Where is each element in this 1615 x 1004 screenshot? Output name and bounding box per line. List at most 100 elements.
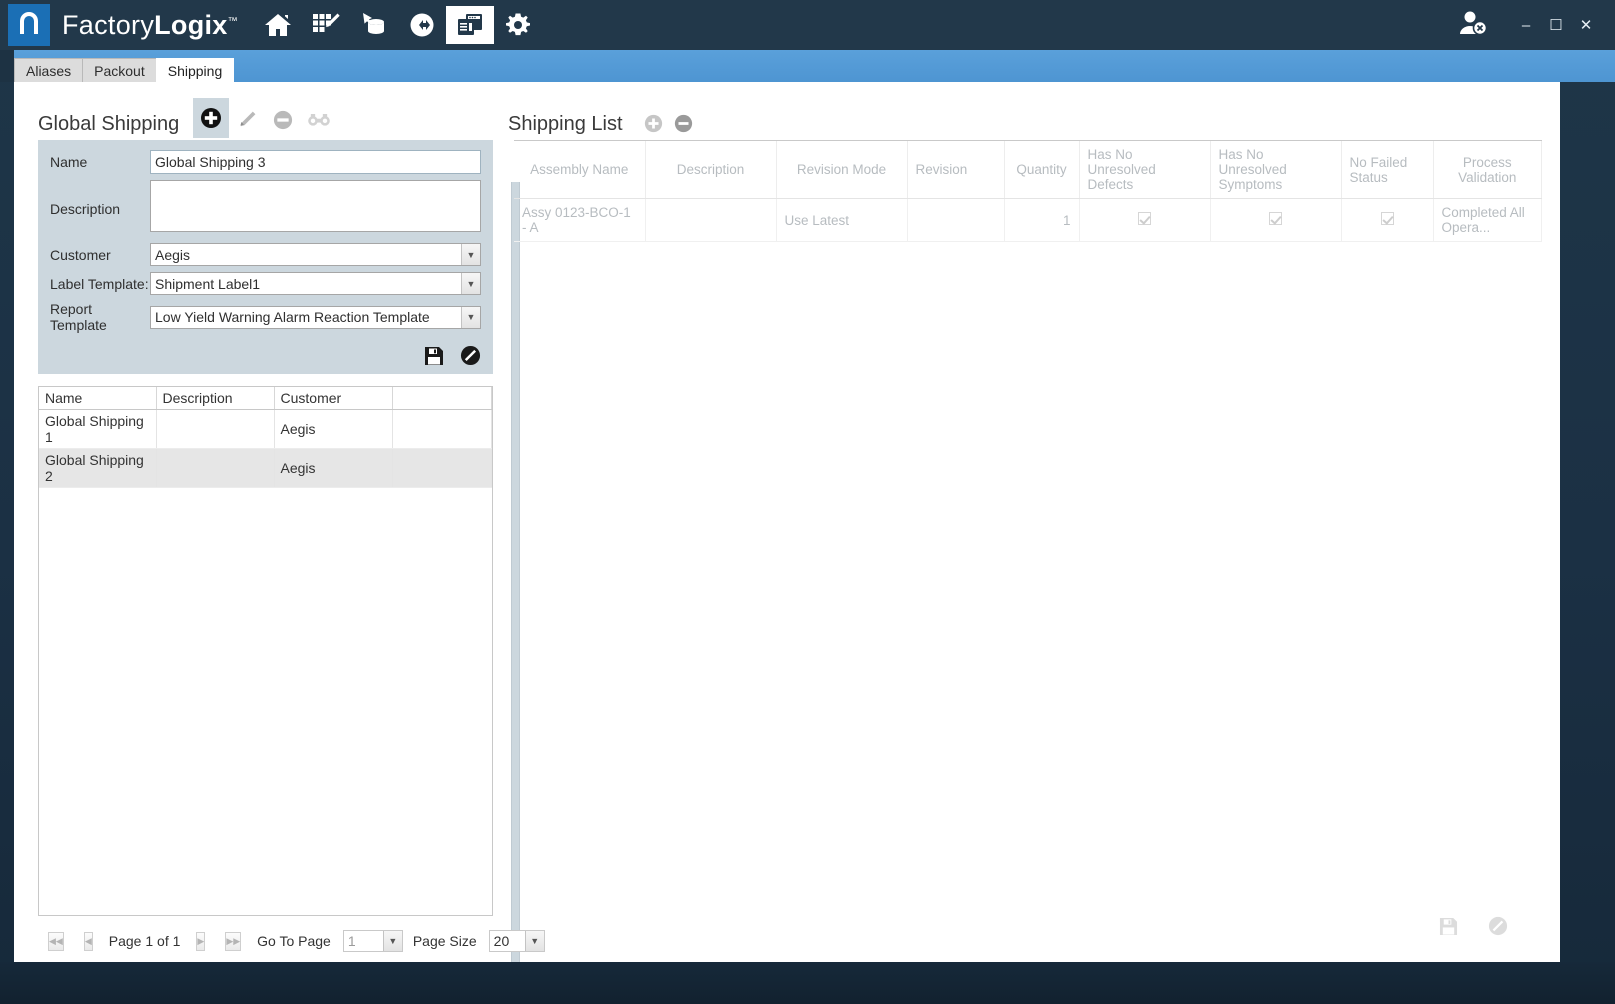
right-toolbar bbox=[639, 108, 699, 138]
brand-bold: Logix bbox=[154, 10, 228, 40]
column-extra[interactable] bbox=[392, 387, 492, 410]
tab-packout[interactable]: Packout bbox=[82, 58, 157, 82]
chevron-down-icon[interactable]: ▼ bbox=[461, 244, 480, 265]
column-revision-mode[interactable]: Revision Mode bbox=[776, 141, 907, 199]
report-template-select[interactable] bbox=[150, 306, 481, 329]
minimize-button[interactable]: – bbox=[1511, 10, 1541, 40]
description-label: Description bbox=[50, 201, 150, 217]
plan-edit-icon[interactable] bbox=[302, 0, 350, 50]
name-label: Name bbox=[50, 154, 150, 170]
cell-revision bbox=[907, 199, 1004, 242]
close-button[interactable]: ✕ bbox=[1571, 10, 1601, 40]
prev-page-button[interactable]: ◀ bbox=[84, 932, 93, 951]
label-template-label: Label Template: bbox=[50, 276, 150, 292]
pagination-bar: ◀◀ ◀ Page 1 of 1 ▶ ▶▶ Go To Page ▼ Page … bbox=[38, 924, 508, 958]
cancel-circle-icon bbox=[1488, 916, 1508, 936]
add-shipping-item-button[interactable] bbox=[639, 108, 669, 138]
settings-gear-icon[interactable] bbox=[494, 0, 542, 50]
report-template-label: Report Template bbox=[50, 301, 150, 333]
checkbox-checked-icon bbox=[1381, 212, 1394, 225]
save-floppy-icon bbox=[1439, 917, 1458, 936]
table-header-row: Assembly Name Description Revision Mode … bbox=[514, 141, 1542, 199]
cell-description bbox=[645, 199, 776, 242]
global-shipping-grid[interactable]: Name Description Customer Global Shippin… bbox=[38, 386, 493, 916]
form-row-label-template: Label Template: ▼ bbox=[50, 272, 481, 295]
chevron-down-icon[interactable]: ▼ bbox=[383, 931, 402, 951]
next-page-button[interactable]: ▶ bbox=[196, 932, 205, 951]
materials-icon[interactable] bbox=[350, 0, 398, 50]
binoculars-icon bbox=[307, 112, 331, 128]
window-bottom-band bbox=[0, 962, 1615, 1004]
cancel-button[interactable] bbox=[460, 345, 481, 366]
tab-strip: Aliases Packout Shipping bbox=[14, 58, 233, 82]
name-input[interactable] bbox=[150, 150, 481, 174]
cancel-button[interactable] bbox=[1488, 916, 1508, 936]
application-window: FactoryLogix™ bbox=[0, 0, 1615, 1004]
save-button[interactable] bbox=[1439, 917, 1458, 936]
column-has-no-unresolved-defects[interactable]: Has No Unresolved Defects bbox=[1079, 141, 1210, 199]
global-shipping-pane: Global Shipping bbox=[38, 96, 508, 956]
checkbox-checked-icon bbox=[1138, 212, 1151, 225]
user-logout-icon[interactable] bbox=[1457, 9, 1489, 42]
title-bar: FactoryLogix™ bbox=[0, 0, 1615, 50]
last-page-button[interactable]: ▶▶ bbox=[225, 932, 241, 951]
form-action-bar bbox=[50, 339, 481, 366]
shipping-list-grid[interactable]: Assembly Name Description Revision Mode … bbox=[514, 140, 1542, 905]
delete-button[interactable] bbox=[265, 102, 301, 138]
view-button[interactable] bbox=[301, 102, 337, 138]
column-name[interactable]: Name bbox=[39, 387, 156, 410]
goto-page-select[interactable]: ▼ bbox=[343, 930, 403, 952]
cell-extra bbox=[392, 449, 492, 488]
right-pane-header: Shipping List bbox=[508, 96, 1548, 138]
column-assembly-name[interactable]: Assembly Name bbox=[514, 141, 645, 199]
save-floppy-icon bbox=[424, 346, 444, 366]
column-description[interactable]: Description bbox=[645, 141, 776, 199]
table-row[interactable]: Global Shipping 1 Aegis bbox=[39, 410, 492, 449]
add-button[interactable] bbox=[193, 98, 229, 138]
first-page-button[interactable]: ◀◀ bbox=[48, 932, 64, 951]
chevron-down-icon[interactable]: ▼ bbox=[461, 273, 480, 294]
plus-circle-icon bbox=[644, 114, 663, 133]
cell-assembly-name: Assy 0123-BCO-1 - A bbox=[514, 199, 645, 242]
tab-aliases[interactable]: Aliases bbox=[14, 58, 83, 82]
column-quantity[interactable]: Quantity bbox=[1004, 141, 1079, 199]
label-template-select[interactable] bbox=[150, 272, 481, 295]
column-has-no-unresolved-symptoms[interactable]: Has No Unresolved Symptoms bbox=[1210, 141, 1341, 199]
trademark-symbol: ™ bbox=[228, 16, 238, 27]
cell-name: Global Shipping 1 bbox=[39, 410, 156, 449]
brand-title: FactoryLogix™ bbox=[62, 10, 238, 41]
table-row[interactable]: Assy 0123-BCO-1 - A Use Latest 1 Complet… bbox=[514, 199, 1542, 242]
cell-customer: Aegis bbox=[274, 449, 392, 488]
edit-button[interactable] bbox=[229, 102, 265, 138]
window-controls-area: – ☐ ✕ bbox=[1457, 0, 1615, 50]
customer-label: Customer bbox=[50, 247, 150, 263]
column-customer[interactable]: Customer bbox=[274, 387, 392, 410]
cell-extra bbox=[392, 410, 492, 449]
table-row[interactable]: Global Shipping 2 Aegis bbox=[39, 449, 492, 488]
maximize-button[interactable]: ☐ bbox=[1541, 10, 1571, 40]
shipping-list-pane: Shipping List bbox=[508, 96, 1548, 956]
brand-light: Factory bbox=[62, 10, 154, 40]
left-pane-header: Global Shipping bbox=[38, 96, 508, 138]
shopfloor-icon[interactable] bbox=[446, 6, 494, 44]
remove-shipping-item-button[interactable] bbox=[669, 108, 699, 138]
save-button[interactable] bbox=[424, 346, 444, 366]
checkbox-checked-icon bbox=[1269, 212, 1282, 225]
shipping-list-title: Shipping List bbox=[508, 113, 623, 138]
column-process-validation[interactable]: Process Validation bbox=[1433, 141, 1542, 199]
pencil-icon bbox=[237, 110, 257, 130]
column-revision[interactable]: Revision bbox=[907, 141, 1004, 199]
minus-circle-icon bbox=[674, 114, 693, 133]
customer-select[interactable] bbox=[150, 243, 481, 266]
home-icon[interactable] bbox=[254, 0, 302, 50]
logistics-icon[interactable] bbox=[398, 0, 446, 50]
page-title: Global Shipping bbox=[38, 113, 179, 138]
column-description[interactable]: Description bbox=[156, 387, 274, 410]
goto-page-label: Go To Page bbox=[257, 933, 331, 949]
cell-has-no-unresolved-defects bbox=[1079, 199, 1210, 242]
factorylogix-logo bbox=[8, 4, 50, 46]
description-textarea[interactable] bbox=[150, 180, 481, 232]
column-no-failed-status[interactable]: No Failed Status bbox=[1341, 141, 1433, 199]
chevron-down-icon[interactable]: ▼ bbox=[461, 307, 480, 328]
tab-shipping[interactable]: Shipping bbox=[156, 58, 235, 82]
